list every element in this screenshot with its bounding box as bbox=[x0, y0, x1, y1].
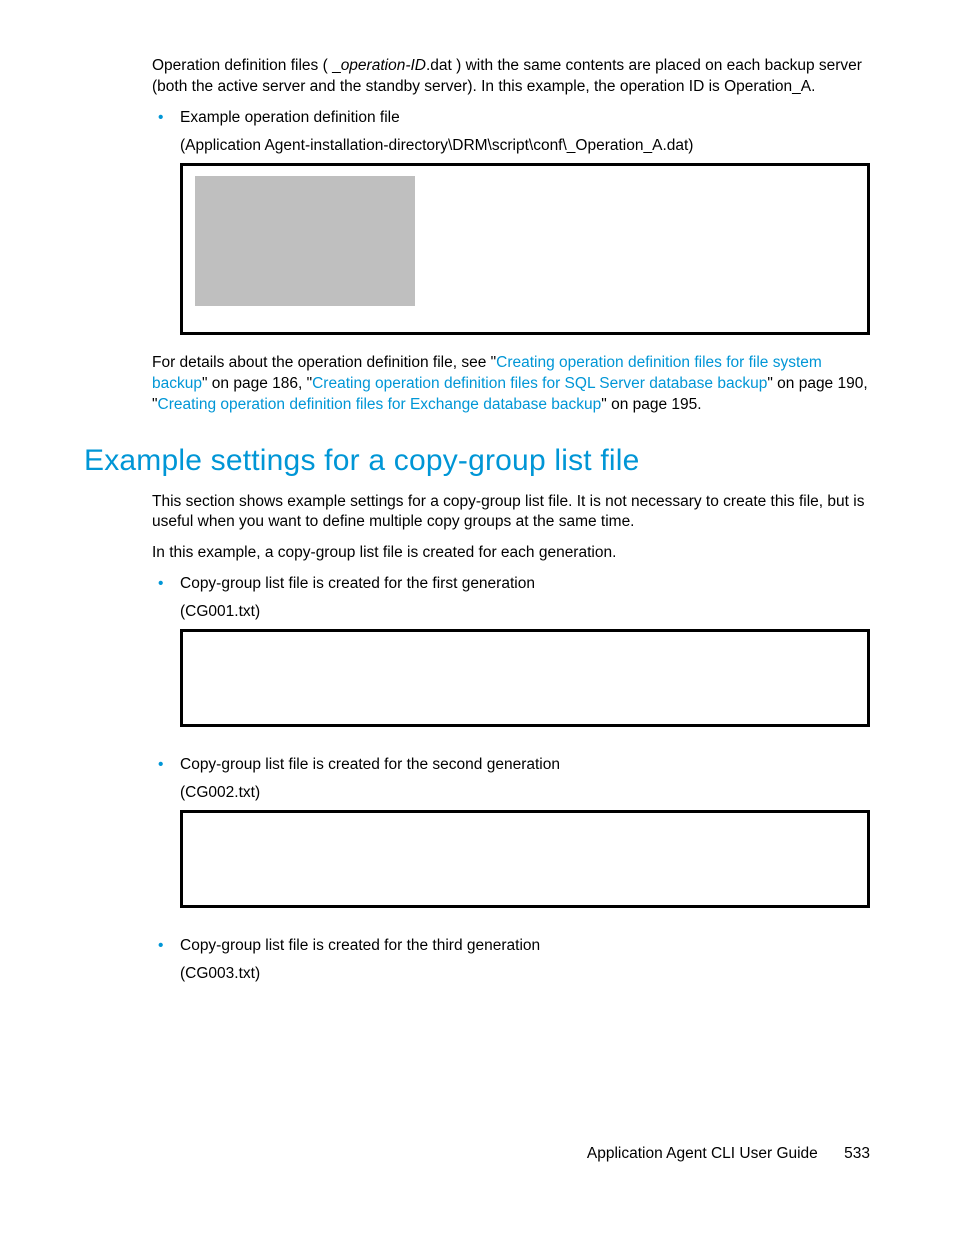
section-p1: This section shows example settings for … bbox=[152, 492, 870, 534]
gen-list-2: Copy-group list file is created for the … bbox=[152, 755, 870, 776]
gen-paren-1: (CG001.txt) bbox=[180, 603, 870, 621]
ref-t4: " on page 195. bbox=[601, 396, 701, 413]
link-exchange-backup[interactable]: Creating operation definition files for … bbox=[158, 396, 602, 413]
code-box-gen-2 bbox=[180, 810, 870, 908]
intro-italic: operation-ID bbox=[341, 57, 426, 74]
example-def-paren: (Application Agent-installation-director… bbox=[180, 137, 870, 155]
page-content: Operation definition files ( _operation-… bbox=[0, 0, 954, 983]
gen-paren-2: (CG002.txt) bbox=[180, 784, 870, 802]
ref-t2: " on page 186, " bbox=[202, 375, 312, 392]
gen-label-3: Copy-group list file is created for the … bbox=[180, 937, 540, 954]
footer-title: Application Agent CLI User Guide bbox=[587, 1145, 818, 1162]
code-box-gen-1 bbox=[180, 629, 870, 727]
example-def-item: Example operation definition file bbox=[152, 108, 870, 129]
intro-before: Operation definition files ( _ bbox=[152, 57, 341, 74]
gen-list-3: Copy-group list file is created for the … bbox=[152, 936, 870, 957]
reference-paragraph: For details about the operation definiti… bbox=[152, 353, 870, 416]
gen-label-2: Copy-group list file is created for the … bbox=[180, 756, 560, 773]
gen-list: Copy-group list file is created for the … bbox=[152, 574, 870, 595]
ref-t1: For details about the operation definiti… bbox=[152, 354, 496, 371]
grey-placeholder bbox=[195, 176, 415, 306]
intro-paragraph: Operation definition files ( _operation-… bbox=[152, 56, 870, 98]
section-heading: Example settings for a copy-group list f… bbox=[84, 444, 870, 478]
page-footer: Application Agent CLI User Guide 533 bbox=[587, 1145, 870, 1163]
code-box-definition bbox=[180, 163, 870, 335]
link-sqlserver-backup[interactable]: Creating operation definition files for … bbox=[312, 375, 767, 392]
gen-item-2: Copy-group list file is created for the … bbox=[152, 755, 870, 776]
gen-item-1: Copy-group list file is created for the … bbox=[152, 574, 870, 595]
footer-page-number: 533 bbox=[844, 1145, 870, 1163]
example-def-label: Example operation definition file bbox=[180, 109, 400, 126]
gen-item-3: Copy-group list file is created for the … bbox=[152, 936, 870, 957]
gen-paren-3: (CG003.txt) bbox=[180, 965, 870, 983]
section-p2: In this example, a copy-group list file … bbox=[152, 543, 870, 564]
gen-label-1: Copy-group list file is created for the … bbox=[180, 575, 535, 592]
example-def-list: Example operation definition file bbox=[152, 108, 870, 129]
